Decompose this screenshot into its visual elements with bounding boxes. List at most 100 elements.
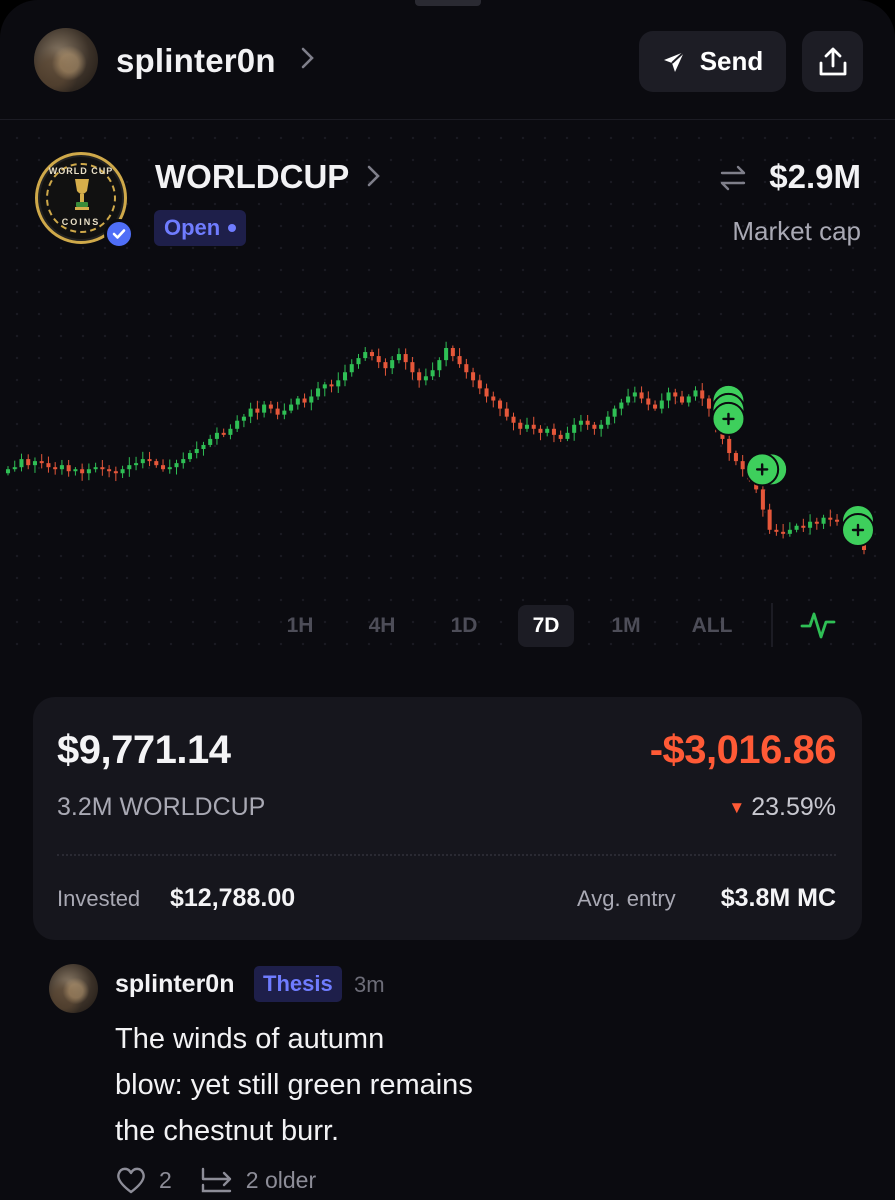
- candle-body[interactable]: [821, 517, 826, 524]
- candle-body[interactable]: [632, 392, 637, 397]
- candle-body[interactable]: [376, 356, 381, 363]
- share-button[interactable]: [802, 31, 863, 92]
- candle-body[interactable]: [73, 469, 78, 472]
- candle-body[interactable]: [26, 459, 31, 466]
- candle-body[interactable]: [706, 398, 711, 409]
- candle-body[interactable]: [349, 364, 354, 373]
- timeframe-1m[interactable]: 1M: [598, 605, 654, 647]
- candle-body[interactable]: [619, 402, 624, 409]
- candle-body[interactable]: [187, 453, 193, 460]
- candle-body[interactable]: [275, 408, 280, 415]
- candle-body[interactable]: [302, 398, 307, 403]
- candle-body[interactable]: [558, 434, 563, 439]
- candle-body[interactable]: [120, 469, 125, 474]
- candle-body[interactable]: [396, 354, 401, 361]
- candle-body[interactable]: [491, 396, 496, 401]
- candle-body[interactable]: [282, 410, 287, 415]
- candle-body[interactable]: [161, 465, 166, 470]
- candle-body[interactable]: [464, 364, 469, 373]
- timeframe-1d[interactable]: 1D: [436, 605, 492, 647]
- candle-body[interactable]: [147, 459, 152, 462]
- candle-body[interactable]: [760, 489, 765, 510]
- timeframe-all[interactable]: ALL: [684, 605, 740, 647]
- candle-body[interactable]: [208, 438, 213, 445]
- candle-body[interactable]: [673, 392, 678, 397]
- candle-body[interactable]: [262, 404, 267, 413]
- candle-body[interactable]: [127, 465, 132, 470]
- chart-type-toggle-icon[interactable]: [800, 608, 836, 642]
- candle-body[interactable]: [268, 404, 273, 409]
- candle-body[interactable]: [80, 469, 85, 474]
- candle-body[interactable]: [626, 396, 631, 403]
- reply-thread-icon[interactable]: [200, 1165, 234, 1195]
- candle-body[interactable]: [518, 422, 523, 429]
- candle-body[interactable]: [612, 408, 617, 417]
- candle-body[interactable]: [255, 408, 260, 413]
- candle-body[interactable]: [329, 384, 334, 387]
- candle-body[interactable]: [592, 424, 597, 429]
- candle-body[interactable]: [113, 471, 118, 474]
- candle-body[interactable]: [538, 428, 543, 433]
- candle-body[interactable]: [794, 525, 799, 530]
- candle-body[interactable]: [686, 396, 691, 403]
- candle-body[interactable]: [12, 467, 17, 470]
- candle-body[interactable]: [134, 463, 139, 466]
- token-chevron-right-icon[interactable]: [366, 162, 382, 197]
- candle-body[interactable]: [578, 420, 583, 425]
- candle-body[interactable]: [572, 424, 577, 433]
- candle-body[interactable]: [241, 416, 246, 421]
- candle-body[interactable]: [316, 388, 321, 397]
- timeframe-7d[interactable]: 7D: [518, 605, 574, 647]
- candle-body[interactable]: [585, 420, 590, 425]
- user-avatar[interactable]: [34, 28, 98, 92]
- candle-body[interactable]: [201, 444, 206, 449]
- buy-marker-icon[interactable]: [745, 452, 789, 487]
- candle-body[interactable]: [511, 416, 516, 423]
- candle-body[interactable]: [403, 354, 408, 363]
- candle-body[interactable]: [53, 467, 58, 470]
- token-name[interactable]: WORLDCUP: [155, 158, 349, 196]
- candle-body[interactable]: [733, 453, 738, 462]
- comment-username[interactable]: splinter0n: [115, 970, 234, 999]
- candle-body[interactable]: [700, 390, 705, 399]
- buy-marker-icon[interactable]: [841, 504, 875, 547]
- candle-body[interactable]: [423, 376, 428, 381]
- timeframe-4h[interactable]: 4H: [354, 605, 410, 647]
- candle-body[interactable]: [814, 521, 819, 524]
- candle-body[interactable]: [477, 380, 482, 389]
- candle-body[interactable]: [545, 428, 550, 433]
- candle-body[interactable]: [639, 392, 644, 399]
- candle-body[interactable]: [787, 529, 792, 534]
- candle-body[interactable]: [444, 348, 449, 361]
- candle-body[interactable]: [19, 459, 24, 468]
- candle-body[interactable]: [235, 420, 240, 429]
- candle-body[interactable]: [66, 465, 71, 472]
- candle-body[interactable]: [174, 463, 179, 468]
- candle-body[interactable]: [727, 438, 732, 454]
- candle-body[interactable]: [551, 428, 556, 435]
- swap-arrows-icon[interactable]: [718, 163, 748, 193]
- candle-body[interactable]: [228, 428, 233, 435]
- position-card[interactable]: $9,771.14 -$3,016.86 3.2M WORLDCUP ▼ 23.…: [33, 697, 862, 940]
- candle-body[interactable]: [646, 398, 651, 405]
- candle-body[interactable]: [369, 352, 374, 357]
- candle-body[interactable]: [140, 459, 145, 464]
- candle-body[interactable]: [214, 432, 219, 439]
- candle-body[interactable]: [599, 424, 604, 429]
- timeframe-1h[interactable]: 1H: [272, 605, 328, 647]
- candle-body[interactable]: [828, 517, 833, 520]
- candle-body[interactable]: [524, 424, 530, 429]
- candle-body[interactable]: [59, 465, 64, 470]
- candle-body[interactable]: [666, 392, 671, 401]
- heart-icon[interactable]: [115, 1165, 147, 1195]
- candle-body[interactable]: [504, 408, 509, 417]
- candle-body[interactable]: [653, 404, 658, 409]
- candle-body[interactable]: [531, 424, 536, 429]
- candle-body[interactable]: [154, 461, 159, 466]
- candle-body[interactable]: [808, 521, 813, 528]
- candle-body[interactable]: [450, 348, 455, 357]
- candle-body[interactable]: [835, 519, 840, 522]
- candle-body[interactable]: [5, 469, 11, 474]
- comment-avatar[interactable]: [49, 964, 98, 1013]
- candle-body[interactable]: [322, 384, 327, 389]
